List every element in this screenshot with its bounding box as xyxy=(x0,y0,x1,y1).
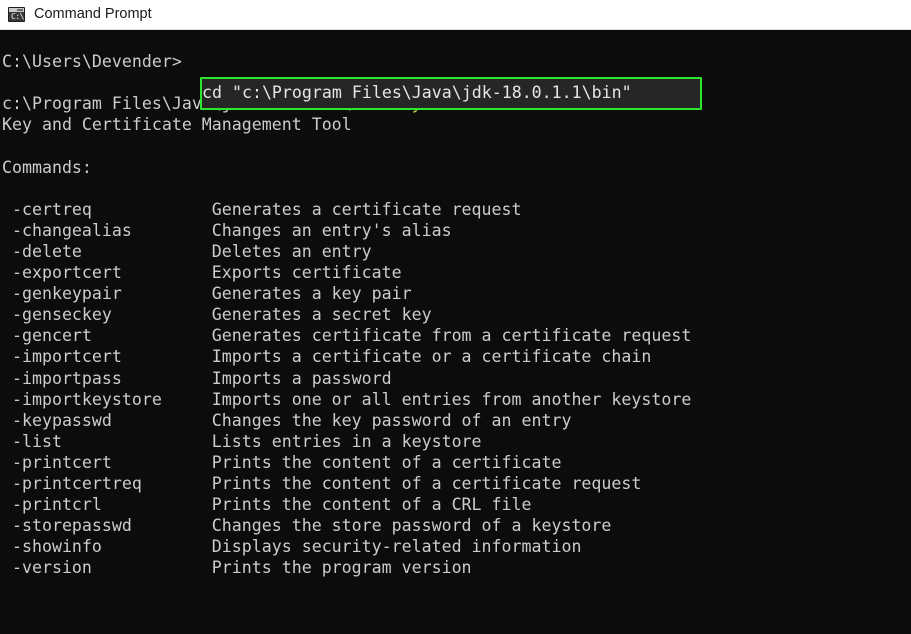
command-row: -showinfo Displays security-related info… xyxy=(2,536,691,557)
command-row: -changealias Changes an entry's alias xyxy=(2,220,691,241)
command-row: -version Prints the program version xyxy=(2,557,691,578)
command-name-12: -printcert xyxy=(2,453,212,472)
command-row: -genkeypair Generates a key pair xyxy=(2,283,691,304)
command-name-6: -gencert xyxy=(2,326,212,345)
console-output-area[interactable]: C:\Users\Devender> c:\Program Files\Java… xyxy=(0,30,911,634)
typed-command-text: cd "c:\Program Files\Java\jdk-18.0.1.1\b… xyxy=(202,82,632,103)
command-description-3: Exports certificate xyxy=(212,263,402,282)
command-row: -importpass Imports a password xyxy=(2,368,691,389)
command-description-17: Prints the program version xyxy=(212,558,472,577)
command-description-14: Prints the content of a CRL file xyxy=(212,495,532,514)
command-name-10: -keypasswd xyxy=(2,411,212,430)
command-name-3: -exportcert xyxy=(2,263,212,282)
command-name-1: -changealias xyxy=(2,221,212,240)
terminal-line-blank-3 xyxy=(2,135,691,156)
command-description-0: Generates a certificate request xyxy=(212,200,522,219)
command-row: -delete Deletes an entry xyxy=(2,241,691,262)
command-description-10: Changes the key password of an entry xyxy=(212,411,572,430)
command-description-13: Prints the content of a certificate requ… xyxy=(212,474,642,493)
terminal-line-commands-heading: Commands: xyxy=(2,157,691,178)
command-row: -printcert Prints the content of a certi… xyxy=(2,452,691,473)
command-name-8: -importpass xyxy=(2,369,212,388)
command-name-15: -storepasswd xyxy=(2,516,212,535)
command-description-5: Generates a secret key xyxy=(212,305,432,324)
command-row: -gencert Generates certificate from a ce… xyxy=(2,325,691,346)
terminal-segment-prompt-line-1-0: C:\Users\Devender> xyxy=(2,52,182,71)
command-prompt-window: C:\ Command Prompt C:\Users\Devender> c:… xyxy=(0,0,911,634)
command-description-6: Generates certificate from a certificate… xyxy=(212,326,692,345)
command-description-7: Imports a certificate or a certificate c… xyxy=(212,347,652,366)
command-name-11: -list xyxy=(2,432,212,451)
command-prompt-icon: C:\ xyxy=(8,7,25,22)
command-description-12: Prints the content of a certificate xyxy=(212,453,562,472)
command-name-7: -importcert xyxy=(2,347,212,366)
command-row: -storepasswd Changes the store password … xyxy=(2,515,691,536)
command-description-8: Imports a password xyxy=(212,369,392,388)
command-row: -importcert Imports a certificate or a c… xyxy=(2,346,691,367)
command-description-15: Changes the store password of a keystore xyxy=(212,516,612,535)
terminal-line-blank-4 xyxy=(2,178,691,199)
command-row: -printcrl Prints the content of a CRL fi… xyxy=(2,494,691,515)
command-description-4: Generates a key pair xyxy=(212,284,412,303)
window-title: Command Prompt xyxy=(34,7,152,22)
command-row: -importkeystore Imports one or all entri… xyxy=(2,389,691,410)
command-name-9: -importkeystore xyxy=(2,390,212,409)
command-description-11: Lists entries in a keystore xyxy=(212,432,482,451)
terminal-segment-commands-heading-0: Commands: xyxy=(2,158,92,177)
command-name-16: -showinfo xyxy=(2,537,212,556)
command-name-5: -genseckey xyxy=(2,305,212,324)
command-description-1: Changes an entry's alias xyxy=(212,221,452,240)
command-description-2: Deletes an entry xyxy=(212,242,372,261)
command-name-2: -delete xyxy=(2,242,212,261)
command-name-14: -printcrl xyxy=(2,495,212,514)
command-row: -certreq Generates a certificate request xyxy=(2,199,691,220)
command-name-4: -genkeypair xyxy=(2,284,212,303)
command-name-13: -printcertreq xyxy=(2,474,212,493)
command-row: -keypasswd Changes the key password of a… xyxy=(2,410,691,431)
command-name-0: -certreq xyxy=(2,200,212,219)
command-name-17: -version xyxy=(2,558,212,577)
command-description-16: Displays security-related information xyxy=(212,537,582,556)
terminal-line-prompt-line-1: C:\Users\Devender> xyxy=(2,51,691,72)
terminal-line-blank-1 xyxy=(2,30,691,51)
command-row: -list Lists entries in a keystore xyxy=(2,431,691,452)
window-titlebar: C:\ Command Prompt xyxy=(0,0,911,30)
command-description-9: Imports one or all entries from another … xyxy=(212,390,692,409)
terminal-line-tool-title: Key and Certificate Management Tool xyxy=(2,114,691,135)
icon-prompt-text: C:\ xyxy=(11,12,24,22)
command-row: -printcertreq Prints the content of a ce… xyxy=(2,473,691,494)
command-row: -exportcert Exports certificate xyxy=(2,262,691,283)
command-row: -genseckey Generates a secret key xyxy=(2,304,691,325)
terminal-text: C:\Users\Devender> c:\Program Files\Java… xyxy=(2,30,691,578)
terminal-segment-tool-title-0: Key and Certificate Management Tool xyxy=(2,115,352,134)
